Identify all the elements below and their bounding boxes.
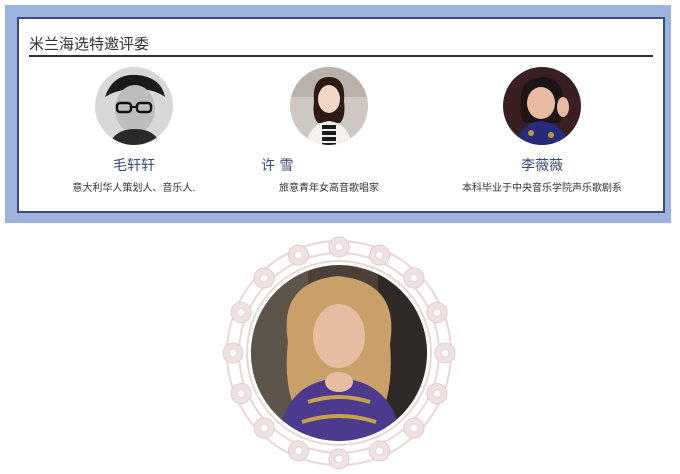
- judge-card-2: 许 雪 旅意青年女高音歌唱家: [249, 67, 409, 194]
- judge-name-3: 李薇薇: [521, 158, 563, 174]
- judge-desc-2: 旅意青年女高音歌唱家: [279, 183, 379, 194]
- title-divider: [29, 55, 653, 57]
- judge-photo-2: [290, 67, 368, 145]
- judges-panel-frame: 米兰海选特邀评委 毛轩轩 意大利华人策划人、音乐人. 许 雪 旅意青年女高音歌唱…: [5, 5, 671, 223]
- judge-desc-3: 本科毕业于中央音乐学院声乐歌剧系: [462, 183, 622, 194]
- section-title: 米兰海选特邀评委: [29, 35, 150, 53]
- judge-avatar-1: [95, 67, 173, 145]
- featured-judge-photo: [251, 265, 427, 441]
- judge-card-3: 李薇薇 本科毕业于中央音乐学院声乐歌剧系: [437, 67, 647, 194]
- judge-photo-1: [95, 67, 173, 145]
- judge-avatar-2: [290, 67, 368, 145]
- judge-card-1: 毛轩轩 意大利华人策划人、音乐人.: [59, 67, 209, 194]
- judge-photo-3: [503, 67, 581, 145]
- featured-judge-portrait: [218, 232, 460, 474]
- judge-desc-1: 意大利华人策划人、音乐人.: [72, 183, 196, 194]
- lace-doily-icon: [222, 236, 456, 470]
- judge-name-1: 毛轩轩: [113, 158, 155, 174]
- judge-avatar-3: [503, 67, 581, 145]
- judge-name-2: 许 雪: [261, 158, 294, 174]
- judges-card: 米兰海选特邀评委 毛轩轩 意大利华人策划人、音乐人. 许 雪 旅意青年女高音歌唱…: [17, 17, 665, 213]
